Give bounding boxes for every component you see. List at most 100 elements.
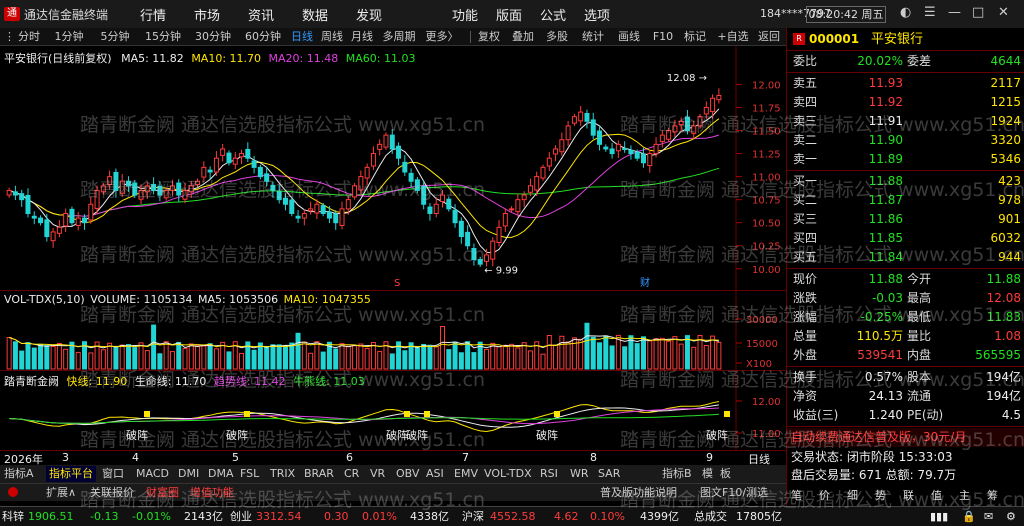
bid-row[interactable]: 买一 11.88 423 (787, 172, 1024, 191)
wealth-circle-button[interactable]: 财富圈 (146, 485, 179, 501)
period-monthly[interactable]: 月线 (348, 29, 376, 45)
tab-dmi[interactable]: DMI (178, 466, 199, 482)
maximize-icon[interactable]: □ (972, 5, 984, 20)
bottom-tab-bi[interactable]: 笔 (791, 486, 802, 505)
record-icon[interactable] (8, 487, 18, 497)
kline-panel[interactable]: 12.00 11.75 11.50 11.25 11.00 10.75 10.50 10.25… (0, 46, 786, 290)
tab-asi[interactable]: ASI (426, 466, 444, 482)
skin-icon[interactable]: ◐ (900, 5, 911, 20)
tab-indicator-b[interactable]: 指标B (662, 466, 692, 482)
bottom-tab-xi[interactable]: 细 (847, 486, 858, 505)
indicator-panel[interactable]: 12.00 11.00 破阵 破阵 破阵 破阵 破阵 破阵 踏青断金阙 快线: 11.90 … (0, 370, 786, 451)
draw-line-button[interactable]: 画线 (614, 29, 644, 45)
bid-volume: 978 (998, 193, 1021, 207)
candle (427, 206, 433, 214)
period-weekly[interactable]: 周线 (318, 29, 346, 45)
mark-button[interactable]: 标记 (680, 29, 710, 45)
settings-icon[interactable]: ⚙ (1006, 507, 1016, 526)
volume-bar (603, 335, 609, 370)
axis-month-6: 6 (346, 451, 353, 464)
tab-obv[interactable]: OBV (396, 466, 419, 482)
volume-panel[interactable]: 30000 15000 X100 VOL-TDX(5,10) VOLUME: 110… (0, 290, 786, 371)
bid-row[interactable]: 买三 11.86 901 (787, 210, 1024, 229)
tab-dma[interactable]: DMA (208, 466, 234, 482)
menu-shichang[interactable]: 市场 (194, 5, 220, 24)
f10-button[interactable]: F10 (650, 29, 676, 45)
overlay-button[interactable]: 叠加 (508, 29, 538, 45)
tab-rsi[interactable]: RSI (540, 466, 558, 482)
period-daily[interactable]: 日线 (288, 29, 316, 45)
stats-button[interactable]: 统计 (578, 29, 608, 45)
lock-icon[interactable]: 🔒 (962, 507, 976, 526)
menu-gongneng[interactable]: 功能 (452, 5, 478, 24)
tab-indicator-platform[interactable]: 指标平台 (46, 466, 96, 482)
ask-row[interactable]: 卖一 11.89 5346 (787, 150, 1024, 169)
menu-hangqing[interactable]: 行情 (140, 5, 166, 24)
ask-row[interactable]: 卖五 11.93 2117 (787, 74, 1024, 93)
edition-info-link[interactable]: 普及版功能说明 (600, 485, 677, 501)
tab-wr[interactable]: WR (570, 466, 589, 482)
back-button[interactable]: 返回 (754, 29, 784, 45)
tab-sar[interactable]: SAR (598, 466, 620, 482)
menu-gongshi[interactable]: 公式 (540, 5, 566, 24)
tab-trix[interactable]: TRIX (270, 466, 295, 482)
minimize-icon[interactable]: — (948, 5, 961, 20)
value-added-button[interactable]: 增值功能 (190, 485, 234, 501)
index-name[interactable]: 沪深 (462, 507, 484, 526)
period-more[interactable]: 更多〉 (422, 29, 462, 45)
bottom-tab-shi[interactable]: 势 (875, 486, 886, 505)
menu-shuju[interactable]: 数据 (302, 5, 328, 24)
index-name[interactable]: 创业 (230, 507, 252, 526)
tab-vol-tdx[interactable]: VOL-TDX (484, 466, 532, 482)
bottom-tab-lian[interactable]: 联 (903, 486, 914, 505)
volume-bar (615, 334, 621, 370)
bid-row[interactable]: 买五 11.84 944 (787, 248, 1024, 267)
tab-macd[interactable]: MACD (136, 466, 169, 482)
ask-row[interactable]: 卖四 11.92 1215 (787, 93, 1024, 112)
ask-row[interactable]: 卖二 11.90 3320 (787, 131, 1024, 150)
subscription-ad[interactable]: 自动续费通达信普及版，30元/月 (787, 428, 1024, 447)
tab-fsl[interactable]: FSL (240, 466, 259, 482)
bottom-tab-jia[interactable]: 价 (819, 486, 830, 505)
bid-row[interactable]: 买四 11.85 6032 (787, 229, 1024, 248)
tab-window[interactable]: 窗口 (102, 466, 124, 482)
menu-faxian[interactable]: 发现 (356, 5, 382, 24)
kline-chart[interactable]: 12.00 11.75 11.50 11.25 11.00 10.75 10.50 10.25… (0, 46, 786, 290)
bottom-tab-zhu[interactable]: 主 (959, 486, 970, 505)
tab-brar[interactable]: BRAR (304, 466, 334, 482)
tab-ban[interactable]: 板 (720, 466, 731, 482)
bottom-tab-chou[interactable]: 筹 (987, 486, 998, 505)
bid-row[interactable]: 买二 11.87 978 (787, 191, 1024, 210)
menu-icon[interactable]: ☰ (924, 5, 936, 20)
volume-bar (389, 353, 395, 370)
tab-mo[interactable]: 模 (702, 466, 713, 482)
tab-cr[interactable]: CR (344, 466, 359, 482)
related-quotes-button[interactable]: 关联报价 (90, 485, 134, 501)
period-1min[interactable]: 1分钟 (48, 29, 90, 45)
period-fenshi[interactable]: 分时 (14, 29, 44, 45)
period-15min[interactable]: 15分钟 (140, 29, 186, 45)
add-watchlist-button[interactable]: +自选 (714, 29, 752, 45)
network-icon[interactable]: ▮▮▮ (930, 507, 948, 526)
tab-indicator-a[interactable]: 指标A (4, 466, 34, 482)
volume-bar (465, 341, 471, 370)
menu-banmian[interactable]: 版面 (496, 5, 522, 24)
menu-zixun[interactable]: 资讯 (248, 5, 274, 24)
message-icon[interactable]: ✉ (984, 507, 993, 526)
index-name[interactable]: 科锌 (2, 507, 24, 526)
period-5min[interactable]: 5分钟 (94, 29, 136, 45)
candle (640, 153, 646, 164)
ask-row[interactable]: 卖三 11.91 1924 (787, 112, 1024, 131)
period-60min[interactable]: 60分钟 (240, 29, 286, 45)
fuquan-button[interactable]: 复权 (474, 29, 504, 45)
multi-stock-button[interactable]: 多股 (542, 29, 572, 45)
expand-button[interactable]: 扩展∧ (46, 485, 76, 501)
menu-xuanxiang[interactable]: 选项 (584, 5, 610, 24)
period-30min[interactable]: 30分钟 (190, 29, 236, 45)
f10-link[interactable]: 图文F10/测选 (700, 485, 768, 501)
bottom-tab-zhi[interactable]: 值 (931, 486, 942, 505)
period-multi[interactable]: 多周期 (378, 29, 420, 45)
close-icon[interactable]: ✕ (998, 5, 1009, 20)
tab-emv[interactable]: EMV (454, 466, 478, 482)
tab-vr[interactable]: VR (370, 466, 385, 482)
